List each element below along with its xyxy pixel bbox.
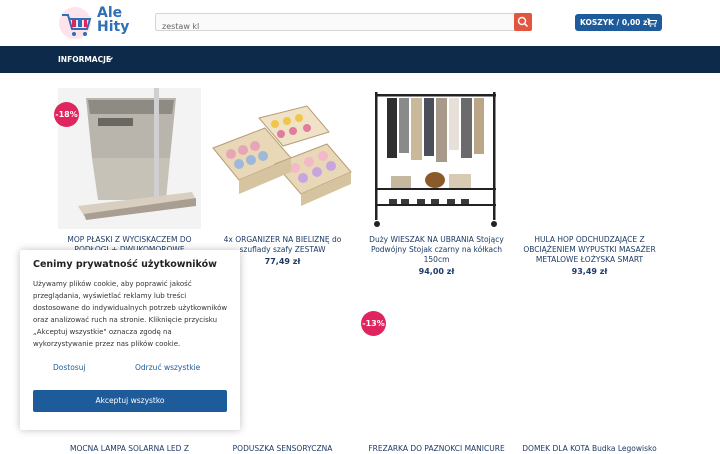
product-title[interactable]: Duży WIESZAK NA UBRANIA Stojący Podwójny… (365, 235, 508, 265)
customize-button[interactable]: Dostosuj (53, 363, 86, 372)
nav-item-informacje[interactable]: INFORMACJE (58, 55, 111, 64)
reject-all-button[interactable]: Odrzuć wszystkie (135, 363, 200, 372)
product-title[interactable]: DOMEK DLA KOTA Budka Legowisko (518, 444, 661, 454)
main-nav: INFORMACJE (0, 46, 720, 73)
cart-icon (647, 18, 657, 27)
cookie-text: Używamy plików cookie, aby poprawić jako… (33, 280, 228, 348)
chevron-down-icon[interactable] (106, 55, 114, 63)
product-card-rack[interactable]: Duży WIESZAK NA UBRANIA Stojący Podwójny… (365, 88, 508, 278)
organizer-image (212, 105, 352, 206)
product-card-mop[interactable]: -18% MOP PŁASKI Z WYCISKACZEM DO PODŁOGI… (54, 88, 201, 268)
product-image-rack[interactable] (365, 88, 508, 229)
search-button[interactable] (514, 13, 532, 31)
cookie-title: Cenimy prywatność użytkowników (33, 259, 217, 270)
cart-label: KOSZYK / 0,00 zł (580, 18, 651, 27)
site-header: Ale Hity KOSZYK / 0,00 zł (0, 0, 720, 46)
search-input[interactable] (156, 18, 506, 35)
product-title[interactable]: MOCNA LAMPA SOLARNA LED Z (58, 444, 201, 454)
discount-badge: -18% (54, 102, 79, 127)
product-title[interactable]: PODUSZKA SENSORYCZNA (211, 444, 354, 454)
logo-text[interactable]: Ale Hity (97, 6, 129, 34)
product-image-hulahop[interactable] (518, 88, 661, 229)
logo-line-1: Ale (97, 5, 123, 21)
cookie-consent-dialog: Cenimy prywatność użytkowników Używamy p… (20, 250, 240, 430)
product-image-mop[interactable] (58, 88, 201, 229)
product-title[interactable]: HULA HOP ODCHUDZAJĄCE Z OBCIĄŻENIEM WYPU… (518, 235, 661, 265)
product-card-hulahop[interactable]: HULA HOP ODCHUDZAJĄCE Z OBCIĄŻENIEM WYPU… (518, 88, 661, 278)
rack-image (374, 92, 497, 227)
product-image-organizer[interactable] (211, 88, 354, 229)
search-box (155, 13, 532, 35)
product-title[interactable]: FREZARKA DO PAZNOKCI MANICURE (365, 444, 508, 454)
accept-all-button[interactable]: Akceptuj wszystko (33, 390, 227, 412)
cart-button[interactable]: KOSZYK / 0,00 zł (575, 14, 662, 31)
discount-badge: -13% (361, 311, 386, 336)
logo-line-2: Hity (97, 19, 130, 35)
mop-image (58, 88, 201, 229)
product-card-organizer[interactable]: 4x ORGANIZER NA BIELIZNĘ do szuflady sza… (211, 88, 354, 268)
search-icon (517, 16, 529, 28)
product-price: 93,49 zł (571, 267, 608, 276)
product-price: 94,00 zł (418, 267, 455, 276)
